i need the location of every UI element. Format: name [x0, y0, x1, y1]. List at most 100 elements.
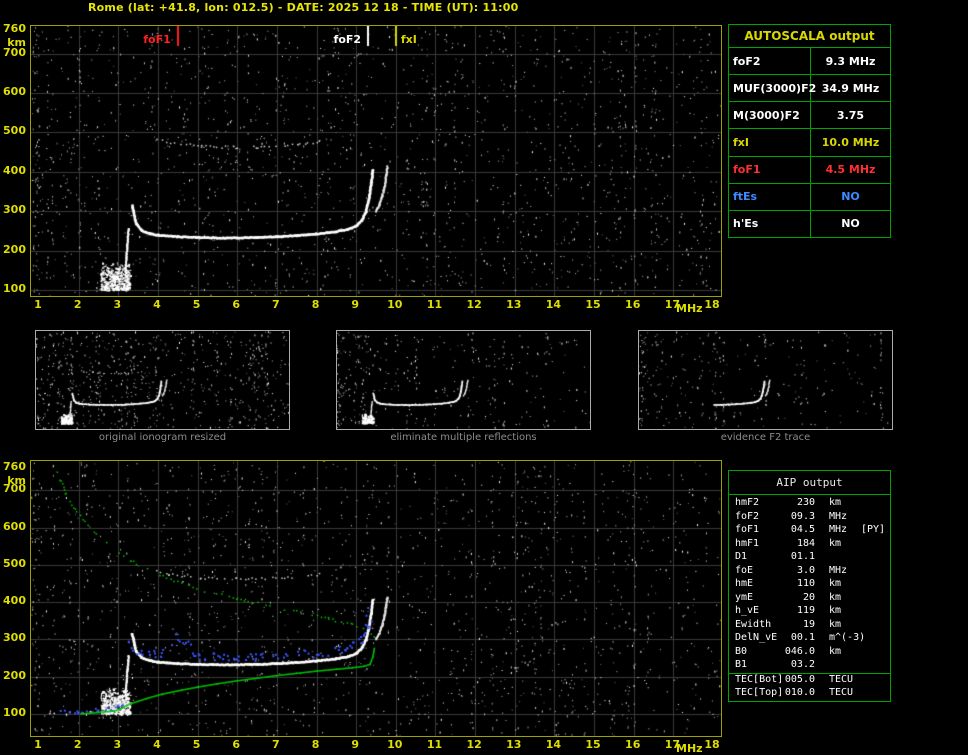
aip-unit: km: [829, 645, 842, 657]
profile-ylabel: km: [7, 474, 26, 487]
aip-value: 010.0: [784, 687, 815, 699]
ionogram-xtick-13: 13: [506, 298, 522, 311]
profile-ytick-100: 100: [3, 706, 26, 719]
profile-xtick-13: 13: [506, 738, 522, 751]
thumbnail-caption-eliminate: eliminate multiple reflections: [390, 432, 537, 443]
ionogram-xtick-6: 6: [232, 298, 241, 311]
profile-xlabel: MHz: [676, 742, 703, 755]
aip-unit: TECU: [829, 673, 854, 685]
aip-row-B0: B0 046.0 km: [729, 646, 890, 660]
thumbnail-caption-original: original ionogram resized: [98, 432, 227, 443]
ionogram-ytick-400: 400: [3, 163, 26, 177]
marker-label-fxI: fxI: [400, 33, 417, 46]
ionogram-plot: [30, 25, 722, 297]
profile-canvas: [31, 461, 721, 736]
marker-label-foF1: foF1: [143, 33, 171, 46]
ionogram-xtick-14: 14: [545, 298, 562, 311]
ionogram-ytick-760: 760: [3, 22, 26, 35]
aip-row-Ewidth: Ewidth 19 km: [729, 619, 890, 633]
aip-name: hmF1: [735, 537, 760, 549]
aip-note: [PY]: [861, 524, 886, 536]
ionogram-xtick-2: 2: [73, 298, 82, 311]
ionogram-xtick-5: 5: [192, 298, 201, 311]
profile-xtick-6: 6: [232, 738, 241, 751]
autoscala-row-foF1: foF1 4.5 MHz: [729, 156, 890, 184]
profile-xtick-16: 16: [625, 738, 641, 751]
autoscala-screen: Rome (lat: +41.8, lon: 012.5) - DATE: 20…: [0, 0, 968, 755]
aip-row-TEC[Top]: TEC[Top] 010.0 TECU: [729, 687, 890, 701]
profile-xtick-11: 11: [426, 738, 443, 751]
aip-row-D1: D1 01.1: [729, 551, 890, 565]
aip-value: 184: [796, 537, 815, 549]
page-title: Rome (lat: +41.8, lon: 012.5) - DATE: 20…: [88, 1, 519, 14]
autoscala-output-table: AUTOSCALA output foF2 9.3 MHz MUF(3000)F2 3…: [728, 24, 891, 238]
profile-xtick-8: 8: [311, 738, 320, 751]
aip-value: 20: [802, 591, 815, 603]
aip-value: 04.5: [790, 524, 815, 536]
autoscala-param-value: 4.5 MHz: [825, 163, 876, 177]
aip-name: B0: [735, 645, 748, 657]
aip-name: hmF2: [735, 497, 760, 508]
autoscala-param-value: 10.0 MHz: [821, 135, 880, 149]
aip-unit: km: [829, 591, 842, 603]
aip-table-rows: hmF2 230 km foF2 09.3 MHz foF1 04.5 MHz [PY] hmF1 1…: [729, 495, 890, 701]
autoscala-param-label: foF2: [729, 48, 811, 75]
ionogram-xtick-10: 10: [387, 298, 403, 311]
autoscala-row-M(3000)F2: M(3000)F2 3.75: [729, 102, 890, 130]
profile-ytick-500: 500: [3, 556, 26, 570]
ionogram-ytick-500: 500: [3, 124, 26, 138]
aip-value: 046.0: [784, 645, 815, 657]
aip-row-B1: B1 03.2: [729, 659, 890, 673]
aip-value: 110: [796, 578, 815, 590]
profile-ytick-400: 400: [3, 594, 26, 608]
thumbnail-eliminate-canvas: [337, 331, 590, 429]
ionogram-xtick-9: 9: [351, 298, 359, 311]
autoscala-param-label: foF1: [729, 156, 811, 183]
profile-xtick-4: 4: [153, 738, 161, 751]
aip-unit: km: [829, 497, 842, 508]
profile-xtick-2: 2: [73, 738, 82, 751]
profile-ytick-200: 200: [3, 668, 26, 682]
autoscala-row-ftEs: ftEs NO: [729, 183, 890, 211]
aip-value: 00.1: [790, 632, 815, 644]
autoscala-param-value: NO: [841, 190, 860, 204]
aip-unit: km: [829, 578, 842, 590]
aip-row-hmF1: hmF1 184 km: [729, 538, 890, 552]
profile-xtick-3: 3: [113, 738, 122, 751]
aip-value: 01.1: [790, 551, 815, 563]
thumbnail-evidence-f2: [638, 330, 893, 430]
thumbnail-eliminate-reflections: [336, 330, 591, 430]
aip-row-DelN_vE: DelN_vE 00.1 m^(-3): [729, 632, 890, 646]
thumbnail-original-ionogram: [35, 330, 290, 430]
autoscala-param-value: NO: [841, 217, 860, 231]
profile-xtick-12: 12: [466, 738, 482, 751]
aip-unit: TECU: [829, 687, 854, 699]
ionogram-xlabel: MHz: [676, 302, 703, 315]
aip-unit: MHz: [829, 564, 848, 576]
aip-row-ymE: ymE 20 km: [729, 592, 890, 606]
aip-unit: km: [829, 605, 842, 617]
aip-value: 230: [796, 497, 815, 508]
aip-output-table: AIP output hmF2 230 km foF2 09.3 MHz foF1 04.5 M…: [728, 470, 891, 702]
aip-name: foE: [735, 564, 754, 576]
aip-name: DelN_vE: [735, 632, 778, 644]
autoscala-param-label: fxI: [729, 129, 811, 156]
ionogram-canvas: [31, 26, 721, 296]
ionogram-xtick-8: 8: [311, 298, 320, 311]
ionogram-xtick-16: 16: [625, 298, 641, 311]
autoscala-param-value: 34.9 MHz: [821, 81, 880, 95]
marker-label-foF2: foF2: [333, 33, 362, 46]
aip-name: foF2: [735, 510, 760, 522]
profile-xtick-15: 15: [585, 738, 601, 751]
aip-name: h_vE: [735, 605, 760, 617]
aip-name: B1: [735, 659, 748, 671]
aip-table-title: AIP output: [729, 471, 890, 495]
autoscala-param-label: ftEs: [729, 183, 811, 210]
autoscala-row-foF2: foF2 9.3 MHz: [729, 48, 890, 76]
aip-row-foE: foE 3.0 MHz: [729, 565, 890, 579]
ionogram-ytick-600: 600: [3, 85, 26, 99]
autoscala-param-label: MUF(3000)F2: [729, 75, 816, 102]
thumbnail-caption-evidence: evidence F2 trace: [720, 432, 811, 443]
aip-value: 005.0: [784, 673, 815, 685]
aip-name: foF1: [735, 524, 760, 536]
